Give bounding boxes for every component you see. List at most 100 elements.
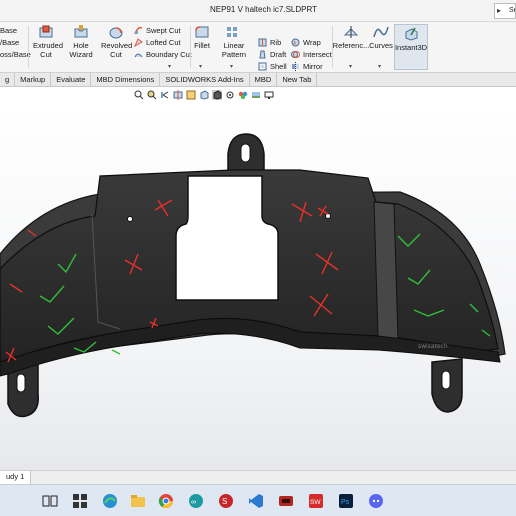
curves-dropdown[interactable]: ▾ <box>378 63 381 70</box>
linear-pattern-button[interactable]: Linear Pattern <box>212 25 256 59</box>
solidworks-app-icon[interactable]: S <box>218 493 234 509</box>
search-box[interactable]: ▸ Se <box>494 3 516 19</box>
windows-taskbar: ∞ S SW Ps <box>0 484 516 516</box>
engraving-text: swisatech <box>418 343 448 350</box>
boss-base-button[interactable]: Base <box>0 25 17 36</box>
mirror-button[interactable]: Mirror <box>291 61 323 72</box>
extruded-cut-button[interactable]: Extruded Cut <box>32 25 64 59</box>
boundary-cut-button[interactable]: Boundary Cut <box>134 49 192 60</box>
fillet-button[interactable]: Fillet <box>193 25 211 50</box>
command-tabs: g Markup Evaluate MBD Dimensions SOLIDWO… <box>0 73 516 87</box>
draft-button[interactable]: Draft <box>258 49 286 60</box>
edit-appearance-icon[interactable] <box>238 90 248 100</box>
shell-button[interactable]: Shell <box>258 61 287 72</box>
task-view-icon[interactable] <box>42 493 58 509</box>
draft-label: Draft <box>270 50 287 59</box>
linear-pattern-label: Linear Pattern <box>221 41 247 59</box>
section-view-icon[interactable] <box>173 90 183 100</box>
revolved-cut-button[interactable]: Revolved Cut <box>101 25 133 59</box>
view-settings-icon[interactable] <box>264 90 274 100</box>
swept-cut-label: Swept Cut <box>146 26 181 35</box>
zoom-to-area-icon[interactable] <box>147 90 157 100</box>
discord-icon[interactable] <box>368 493 384 509</box>
search-arrow-icon: ▸ <box>497 6 502 15</box>
search-text: Se <box>509 7 515 14</box>
instant3d-label: Instant3D <box>394 43 428 52</box>
swept-cut-button[interactable]: Swept Cut <box>134 25 181 36</box>
svg-text:Ps: Ps <box>341 499 350 506</box>
mirror-label: Mirror <box>303 62 323 71</box>
edge-icon[interactable] <box>102 493 118 509</box>
revolved-cut-icon <box>109 27 123 39</box>
swept-base-button[interactable]: /Base <box>0 37 19 48</box>
curves-icon <box>373 26 389 38</box>
tab-mbd-dimensions[interactable]: MBD Dimensions <box>91 73 161 87</box>
hole-wizard-label: Hole Wizard <box>69 41 93 59</box>
chrome-icon[interactable] <box>158 493 174 509</box>
swept-base-label: /Base <box>0 38 20 47</box>
tab-mbd[interactable]: MBD <box>250 73 278 87</box>
haltech-app-icon[interactable] <box>278 493 294 509</box>
dynamic-annotation-icon[interactable] <box>186 90 196 100</box>
photoshop-icon[interactable]: Ps <box>338 493 354 509</box>
shell-label: Shell <box>270 62 287 71</box>
extruded-cut-label: Extruded Cut <box>33 41 64 59</box>
widgets-icon[interactable] <box>72 493 88 509</box>
boundary-base-label: oss/Base <box>0 50 31 59</box>
heads-up-view-toolbar <box>134 88 274 102</box>
reference-geometry-button[interactable]: Referenc... <box>332 25 370 50</box>
cut-more-dropdown[interactable]: ▾ <box>168 63 171 70</box>
revolved-cut-label: Revolved Cut <box>101 41 133 59</box>
command-ribbon: Base /Base oss/Base Extruded Cut Hole Wi… <box>0 22 516 73</box>
linear-pattern-icon <box>227 27 237 37</box>
display-cutout <box>175 175 279 301</box>
intersect-label: Intersect <box>303 50 332 59</box>
instant3d-icon <box>405 27 418 41</box>
view-orientation-icon[interactable] <box>199 90 209 100</box>
reference-geometry-icon <box>343 26 359 38</box>
vscode-icon[interactable] <box>248 493 264 509</box>
boundary-base-button[interactable]: oss/Base <box>0 49 31 60</box>
pattern-dropdown[interactable]: ▾ <box>230 63 233 70</box>
arduino-icon[interactable]: ∞ <box>188 493 204 509</box>
zoom-to-fit-icon[interactable] <box>134 90 144 100</box>
wrap-button[interactable]: A Wrap <box>291 37 321 48</box>
document-title: NEP91 V haltech ic7.SLDPRT <box>210 5 318 14</box>
rib-icon <box>258 38 267 47</box>
shell-icon <box>258 62 267 71</box>
boundary-cut-label: Boundary Cut <box>146 50 192 59</box>
file-explorer-icon[interactable] <box>130 493 146 509</box>
tab-new-tab[interactable]: New Tab <box>277 73 318 87</box>
tab-markup[interactable]: Markup <box>15 73 52 87</box>
rib-button[interactable]: Rib <box>258 37 281 48</box>
solidworks-icon[interactable]: SW <box>308 493 324 509</box>
fillet-dropdown[interactable]: ▾ <box>199 63 202 70</box>
extruded-cut-icon <box>39 25 53 38</box>
hole-wizard-button[interactable]: Hole Wizard <box>62 25 100 59</box>
mirror-icon <box>292 62 299 71</box>
graphics-area[interactable]: swisatech <box>0 104 516 470</box>
instant3d-button[interactable]: Instant3D <box>394 24 428 70</box>
wrap-icon: A <box>291 38 300 47</box>
right-side-frame <box>373 201 399 341</box>
tab-sketch[interactable]: g <box>0 73 16 87</box>
intersect-button[interactable]: Intersect <box>291 49 332 60</box>
curves-button[interactable]: Curves <box>369 25 393 50</box>
reference-geometry-label: Referenc... <box>332 41 370 50</box>
tab-solidworks-add-ins[interactable]: SOLIDWORKS Add-Ins <box>160 73 250 87</box>
fillet-icon <box>195 26 209 38</box>
boundary-cut-icon <box>134 53 143 58</box>
tab-evaluate[interactable]: Evaluate <box>51 73 92 87</box>
hide-show-items-icon[interactable] <box>225 90 235 100</box>
reference-dropdown[interactable]: ▾ <box>349 63 352 70</box>
previous-view-icon[interactable] <box>160 90 170 100</box>
lofted-cut-button[interactable]: Lofted Cut <box>134 37 181 48</box>
apply-scene-icon[interactable] <box>251 90 261 100</box>
rib-label: Rib <box>270 38 282 47</box>
curves-label: Curves <box>369 41 393 50</box>
display-style-icon[interactable] <box>212 90 222 100</box>
svg-text:S: S <box>222 497 227 506</box>
study-tab[interactable]: udy 1 <box>0 471 32 484</box>
dash-bezel-model[interactable]: swisatech <box>0 104 516 470</box>
fillet-label: Fillet <box>194 41 210 50</box>
